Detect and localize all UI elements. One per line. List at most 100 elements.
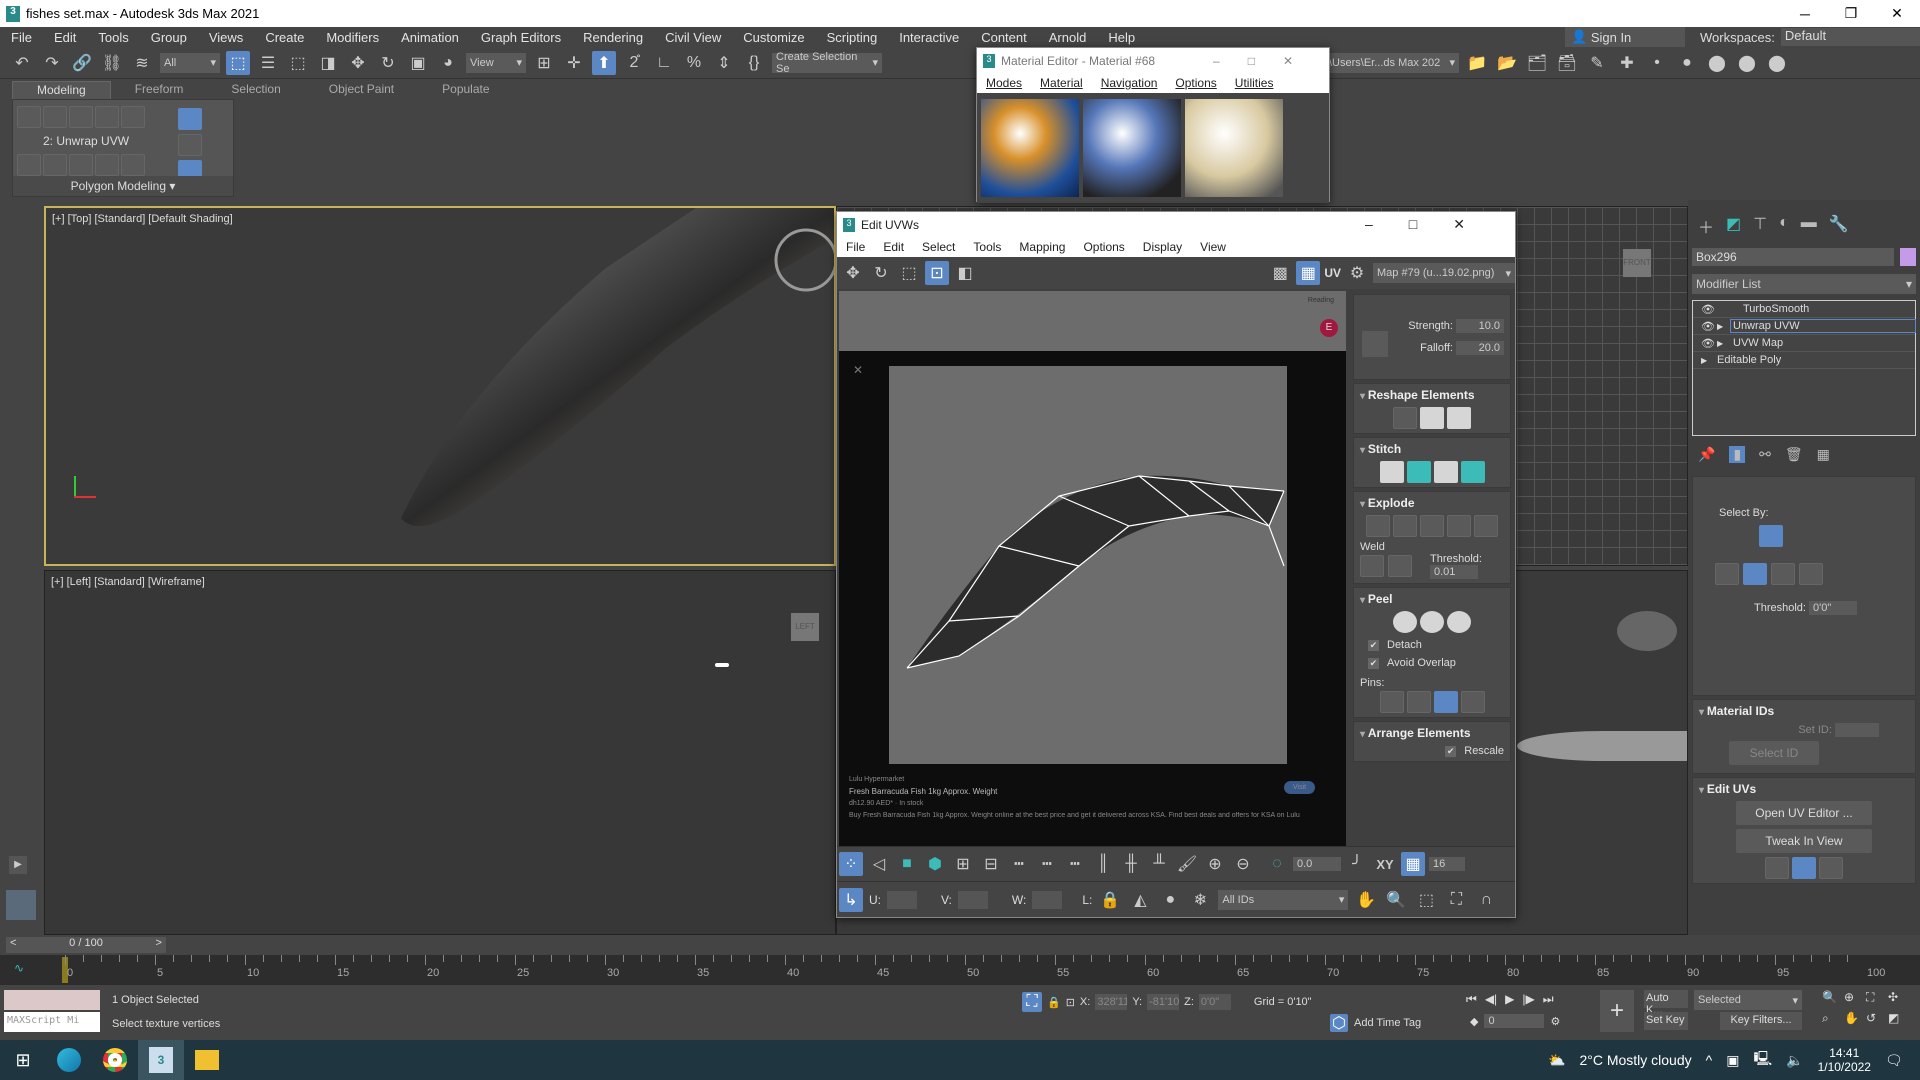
- uv-menu-file[interactable]: File: [837, 240, 874, 254]
- stitch-average-icon[interactable]: [1433, 461, 1458, 483]
- curve-editor-icon[interactable]: ∿: [14, 961, 24, 975]
- unpin-icon[interactable]: [1406, 691, 1431, 713]
- break-icon[interactable]: [1366, 515, 1390, 537]
- angle-snap-icon[interactable]: ∟: [652, 51, 676, 75]
- material-editor-menu-modes[interactable]: Modes: [977, 76, 1031, 90]
- project-path-dropdown[interactable]: C:\Users\Er...ds Max 202 ▾: [1314, 52, 1459, 73]
- axis-y-icon[interactable]: [1771, 563, 1795, 585]
- ribbon-tool-icon[interactable]: [95, 154, 119, 176]
- menu-animation[interactable]: Animation: [390, 30, 470, 45]
- auto-pin-icon[interactable]: [1433, 691, 1458, 713]
- file-explorer-icon[interactable]: [184, 1040, 230, 1080]
- timeline[interactable]: ∿ 0 5 10 15 20 25 30 35 40 45 50 55 60 65 70 75 80 85 90 95…: [0, 955, 1920, 985]
- select-id-button[interactable]: Select ID: [1729, 741, 1819, 765]
- paint-select-icon[interactable]: 🖌: [1175, 852, 1199, 876]
- uv-menu-options[interactable]: Options: [1074, 240, 1133, 254]
- shrink-icon[interactable]: ⊟: [979, 852, 1003, 876]
- loop-shrink-icon[interactable]: ┅: [1063, 852, 1087, 876]
- top-viewport[interactable]: [+] [Top] [Standard] [Default Shading]: [44, 206, 836, 566]
- explode-header[interactable]: Explode: [1360, 496, 1504, 510]
- relax-settings-icon[interactable]: [1447, 407, 1471, 429]
- menu-civil-view[interactable]: Civil View: [654, 30, 732, 45]
- paint-grow-icon[interactable]: ⊕: [1203, 852, 1227, 876]
- menu-rendering[interactable]: Rendering: [572, 30, 654, 45]
- straighten-icon[interactable]: [1393, 407, 1417, 429]
- show-end-result-icon[interactable]: [178, 108, 202, 130]
- window-crossing-icon[interactable]: ◨: [316, 51, 340, 75]
- menu-interactive[interactable]: Interactive: [888, 30, 970, 45]
- link-icon[interactable]: 🔗: [70, 51, 94, 75]
- border-icon[interactable]: [69, 106, 93, 128]
- modifier-stack-item[interactable]: ▶ Editable Poly: [1693, 352, 1915, 369]
- mirror-icon[interactable]: [1715, 563, 1739, 585]
- ribbon-tab-freeform[interactable]: Freeform: [111, 81, 208, 99]
- soft-selection-icon[interactable]: [1362, 331, 1388, 357]
- polygon-mode-icon[interactable]: ■: [895, 852, 919, 876]
- object-color-swatch[interactable]: [1900, 248, 1916, 266]
- freeze-icon[interactable]: ❄: [1188, 888, 1212, 912]
- vertex-mode-icon[interactable]: ⁘: [839, 852, 863, 876]
- modifier-list-dropdown[interactable]: Modifier List ▾: [1692, 274, 1916, 294]
- prev-key-icon[interactable]: ◀|: [1485, 992, 1497, 1007]
- viewcube-front[interactable]: FRONT: [1623, 249, 1651, 277]
- xy-icon[interactable]: XY: [1373, 852, 1397, 876]
- threshold-spinner[interactable]: 0'0": [1809, 601, 1858, 615]
- key-mode-dropdown[interactable]: Selected ▾: [1694, 990, 1802, 1010]
- clock[interactable]: 14:41 1/10/2022: [1818, 1046, 1871, 1074]
- named-selection-icon[interactable]: {}: [742, 51, 766, 75]
- unlink-icon[interactable]: ⛓: [100, 51, 124, 75]
- current-frame-spinner[interactable]: 0: [1484, 1014, 1545, 1028]
- falloff-spinner[interactable]: 20.0: [1456, 341, 1504, 355]
- freeform-icon[interactable]: ⊡: [925, 261, 949, 285]
- transform-mode-icon[interactable]: ⊡: [1066, 996, 1075, 1009]
- edge-mode-icon[interactable]: ◁: [867, 852, 891, 876]
- edge-icon[interactable]: [43, 106, 67, 128]
- circle-icon[interactable]: ⬤: [1705, 51, 1729, 75]
- snap-icon[interactable]: ∩: [1474, 888, 1498, 912]
- redo-icon[interactable]: ↷: [40, 51, 64, 75]
- volume-icon[interactable]: 🔈: [1786, 1052, 1803, 1069]
- menu-tools[interactable]: Tools: [87, 30, 139, 45]
- select-pins-icon[interactable]: [1460, 691, 1485, 713]
- move-icon[interactable]: ✥: [841, 261, 865, 285]
- layer-explorer-icon[interactable]: 🗃: [1555, 51, 1579, 75]
- maxscript-mini-listener[interactable]: MAXScript Mi: [4, 1012, 100, 1032]
- weld-all-icon[interactable]: [1388, 555, 1412, 577]
- u-input[interactable]: [887, 890, 917, 909]
- next-frame-icon[interactable]: >: [156, 937, 162, 953]
- remove-modifier-icon[interactable]: 🗑: [1785, 446, 1803, 463]
- mirror-icon[interactable]: ◧: [953, 261, 977, 285]
- selection-lock-icon[interactable]: 🔒: [1047, 996, 1061, 1009]
- material-editor-menu-options[interactable]: Options: [1166, 76, 1225, 90]
- time-slider[interactable]: <0 / 100 >: [6, 937, 166, 953]
- material-editor-window-controls[interactable]: –□✕: [1213, 54, 1321, 68]
- display-tab-icon[interactable]: ▬: [1801, 214, 1817, 238]
- material-editor-menu-utilities[interactable]: Utilities: [1226, 76, 1283, 90]
- pan-icon[interactable]: ✋: [1844, 1011, 1866, 1026]
- network-icon[interactable]: 🖳: [1753, 1048, 1772, 1072]
- hierarchy-tab-icon[interactable]: ⊤: [1753, 214, 1767, 238]
- visibility-eye-icon[interactable]: 👁: [1701, 337, 1717, 350]
- map-options-icon[interactable]: ⚙: [1345, 261, 1369, 285]
- tray-chevron-icon[interactable]: ^: [1706, 1052, 1713, 1068]
- menu-arnold[interactable]: Arnold: [1038, 30, 1098, 45]
- bind-spacewarp-icon[interactable]: ≋: [130, 51, 154, 75]
- falloff-value-spinner[interactable]: 0.0: [1293, 857, 1341, 871]
- move-icon[interactable]: ✥: [346, 51, 370, 75]
- ribbon-tool-icon[interactable]: [121, 154, 145, 176]
- material-slot[interactable]: [1185, 99, 1283, 197]
- material-editor-menu-material[interactable]: Material: [1031, 76, 1092, 90]
- select-by-element-icon[interactable]: [1759, 525, 1783, 547]
- utilities-tab-icon[interactable]: 🔧: [1829, 214, 1849, 238]
- v-input[interactable]: [957, 890, 988, 909]
- chrome-icon[interactable]: [92, 1040, 138, 1080]
- rect-selection-icon[interactable]: ⬚: [286, 51, 310, 75]
- quick-peel-icon[interactable]: [1393, 611, 1417, 633]
- modifier-stack-item[interactable]: 👁 ▶ UVW Map: [1693, 335, 1915, 352]
- go-to-end-icon[interactable]: ⏭: [1543, 992, 1554, 1007]
- prev-frame-icon[interactable]: <: [10, 937, 16, 953]
- dot-icon[interactable]: •: [1645, 51, 1669, 75]
- left-viewport[interactable]: [+] [Left] [Standard] [Wireframe] LEFT: [44, 570, 836, 935]
- uv-canvas[interactable]: Reading E ✕ Lulu Hypermarket Fresh Barra…: [839, 291, 1346, 846]
- explode-smoothing-icon[interactable]: [1474, 515, 1498, 537]
